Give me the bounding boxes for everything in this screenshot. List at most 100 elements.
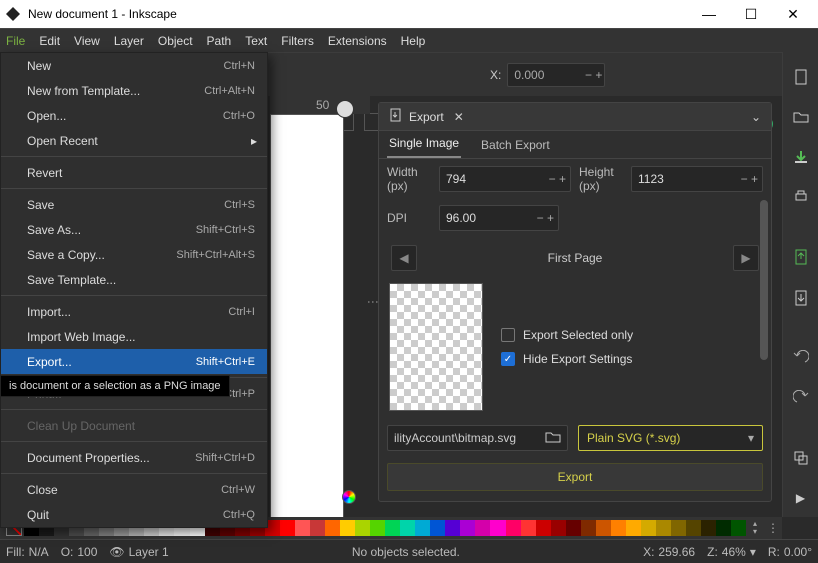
menu-item-save-as[interactable]: Save As...Shift+Ctrl+S xyxy=(1,217,267,242)
menu-item-import-web-image[interactable]: Import Web Image... xyxy=(1,324,267,349)
menu-item-close[interactable]: CloseCtrl+W xyxy=(1,477,267,502)
menu-item-revert[interactable]: Revert xyxy=(1,160,267,185)
export-panel-chevron-icon[interactable]: ⌄ xyxy=(751,110,761,124)
menu-help[interactable]: Help xyxy=(401,34,426,48)
menu-item-open[interactable]: Open...Ctrl+O xyxy=(1,103,267,128)
menu-item-new[interactable]: NewCtrl+N xyxy=(1,53,267,78)
undo-icon[interactable] xyxy=(791,349,811,367)
menu-view[interactable]: View xyxy=(74,34,100,48)
menu-item-quit[interactable]: QuitCtrl+Q xyxy=(1,502,267,527)
menu-item-export[interactable]: Export...Shift+Ctrl+E xyxy=(1,349,267,374)
swatch[interactable] xyxy=(490,520,505,536)
export-next-page-button[interactable]: ▶ xyxy=(733,245,759,271)
export-format-select[interactable]: Plain SVG (*.svg) ▾ xyxy=(578,425,763,451)
swatch[interactable] xyxy=(641,520,656,536)
layer-visibility-icon[interactable]: 👁 xyxy=(109,545,124,559)
menu-item-new-from-template[interactable]: New from Template...Ctrl+Alt+N xyxy=(1,78,267,103)
swatch[interactable] xyxy=(581,520,596,536)
swatch[interactable] xyxy=(370,520,385,536)
export-prev-page-button[interactable]: ◀ xyxy=(391,245,417,271)
status-rotation[interactable]: R: 0.00° xyxy=(768,545,812,559)
swatch[interactable] xyxy=(460,520,475,536)
swatch[interactable] xyxy=(310,520,325,536)
menu-edit[interactable]: Edit xyxy=(39,34,60,48)
swatch[interactable] xyxy=(400,520,415,536)
swatch[interactable] xyxy=(506,520,521,536)
export-button[interactable]: Export xyxy=(387,463,763,491)
close-button[interactable]: ✕ xyxy=(772,0,814,28)
menu-item-document-properties[interactable]: Document Properties...Shift+Ctrl+D xyxy=(1,445,267,470)
swatch[interactable] xyxy=(686,520,701,536)
swatch[interactable] xyxy=(671,520,686,536)
document-page[interactable] xyxy=(270,114,344,534)
redo-icon[interactable] xyxy=(791,389,811,407)
panel-scrollbar[interactable] xyxy=(760,200,768,360)
export-dpi-stepper[interactable]: − + xyxy=(537,211,554,225)
menu-extensions[interactable]: Extensions xyxy=(328,34,387,48)
more-panels-icon[interactable]: ▶ xyxy=(791,489,811,507)
menu-item-open-recent[interactable]: Open Recent▸ xyxy=(1,128,267,153)
menu-item-save[interactable]: SaveCtrl+S xyxy=(1,192,267,217)
swatch[interactable] xyxy=(325,520,340,536)
menu-filters[interactable]: Filters xyxy=(281,34,314,48)
swatch[interactable] xyxy=(445,520,460,536)
import-icon[interactable] xyxy=(791,248,811,266)
status-opacity-value[interactable]: 100 xyxy=(77,545,97,559)
swatch[interactable] xyxy=(340,520,355,536)
save-icon[interactable] xyxy=(791,148,811,166)
swatch[interactable] xyxy=(295,520,310,536)
coord-x-input[interactable]: 0.000 − + xyxy=(507,63,605,87)
swatch[interactable] xyxy=(551,520,566,536)
export-width-stepper[interactable]: − + xyxy=(549,172,566,186)
coord-x-stepper[interactable]: − + xyxy=(585,68,602,82)
swatch[interactable] xyxy=(656,520,671,536)
print-icon[interactable] xyxy=(791,188,811,206)
swatch[interactable] xyxy=(521,520,536,536)
swatch[interactable] xyxy=(716,520,731,536)
menu-path[interactable]: Path xyxy=(207,34,232,48)
palette-scroll-arrows[interactable]: ▴ ▾ xyxy=(746,517,764,539)
export-height-stepper[interactable]: − + xyxy=(741,172,758,186)
export-panel-close-icon[interactable]: ✕ xyxy=(454,110,464,124)
tab-single-image[interactable]: Single Image xyxy=(387,130,461,158)
menu-item-import[interactable]: Import...Ctrl+I xyxy=(1,299,267,324)
duplicate-icon[interactable] xyxy=(791,449,811,467)
swatch[interactable] xyxy=(430,520,445,536)
swatch[interactable] xyxy=(611,520,626,536)
export-selected-only-checkbox[interactable]: Export Selected only xyxy=(501,328,761,342)
swatch[interactable] xyxy=(536,520,551,536)
status-layer-group[interactable]: 👁 Layer 1 xyxy=(109,545,168,559)
color-wheel-icon[interactable] xyxy=(342,490,356,504)
swatch[interactable] xyxy=(280,520,295,536)
swatch[interactable] xyxy=(475,520,490,536)
swatch[interactable] xyxy=(596,520,611,536)
swatch[interactable] xyxy=(626,520,641,536)
menu-layer[interactable]: Layer xyxy=(114,34,144,48)
export-height-input[interactable]: 1123 − + xyxy=(631,166,763,192)
tab-batch-export[interactable]: Batch Export xyxy=(479,132,552,158)
new-doc-icon[interactable] xyxy=(791,68,811,86)
menu-object[interactable]: Object xyxy=(158,34,193,48)
swatch[interactable] xyxy=(415,520,430,536)
export-dpi-input[interactable]: 96.00 − + xyxy=(439,205,559,231)
hide-export-settings-checkbox[interactable]: Hide Export Settings xyxy=(501,352,761,366)
maximize-button[interactable]: ☐ xyxy=(730,0,772,28)
swatch[interactable] xyxy=(701,520,716,536)
menu-item-save-a-copy[interactable]: Save a Copy...Shift+Ctrl+Alt+S xyxy=(1,242,267,267)
menu-item-save-template[interactable]: Save Template... xyxy=(1,267,267,292)
export-icon[interactable] xyxy=(791,288,811,306)
swatch[interactable] xyxy=(385,520,400,536)
export-width-input[interactable]: 794 − + xyxy=(439,166,571,192)
status-zoom[interactable]: Z: 46% ▾ xyxy=(707,545,756,559)
swatch[interactable] xyxy=(566,520,581,536)
palette-menu-icon[interactable]: ⋮ xyxy=(764,521,782,535)
menu-text[interactable]: Text xyxy=(245,34,267,48)
open-icon[interactable] xyxy=(791,108,811,126)
export-path-input[interactable]: ilityAccount\bitmap.svg xyxy=(387,425,568,451)
folder-icon[interactable] xyxy=(545,430,561,447)
swatch[interactable] xyxy=(355,520,370,536)
minimize-button[interactable]: — xyxy=(688,0,730,28)
swatch[interactable] xyxy=(731,520,746,536)
window-title: New document 1 - Inkscape xyxy=(28,7,688,21)
menu-file[interactable]: File xyxy=(6,34,25,48)
